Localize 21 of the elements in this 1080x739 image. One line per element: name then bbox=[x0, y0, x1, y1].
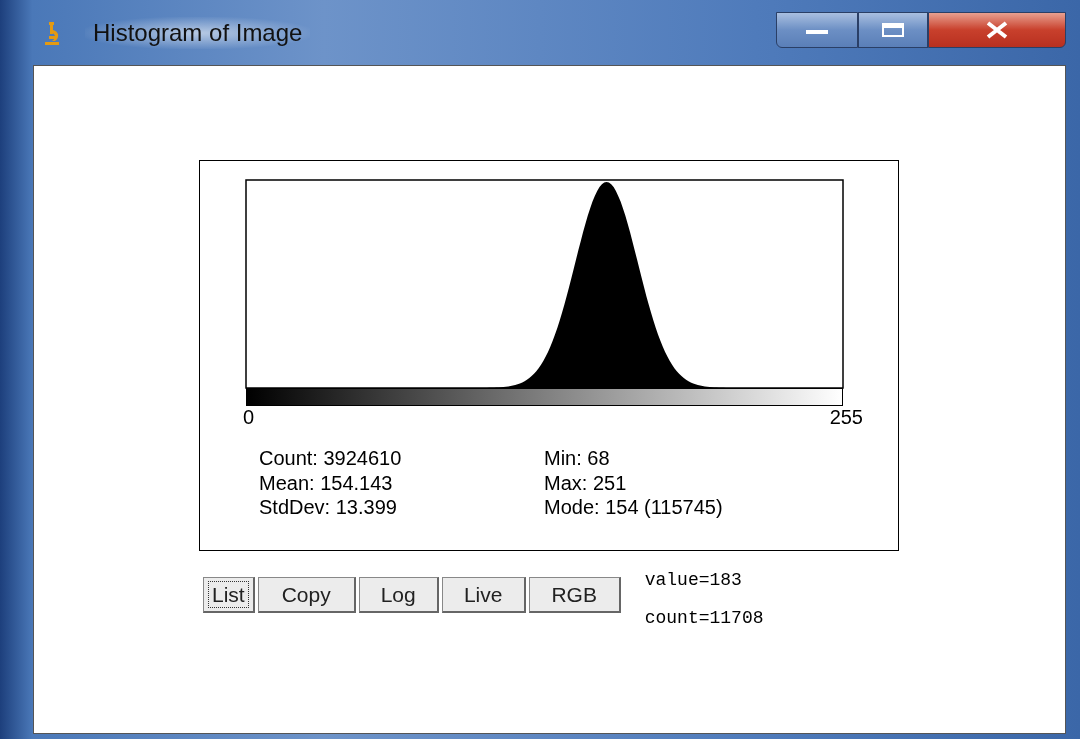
maximize-icon bbox=[882, 23, 904, 37]
readout-text: count=11708 bbox=[644, 607, 764, 630]
axis-label: 255 bbox=[829, 406, 863, 428]
toolbar-button[interactable]: Log bbox=[358, 577, 439, 613]
stat-text: Mode: 154 (115745) bbox=[544, 495, 724, 520]
toolbar-button[interactable]: RGB bbox=[528, 577, 621, 613]
axis-label: 0 bbox=[243, 406, 255, 428]
window-title: Histogram of Image bbox=[85, 16, 311, 49]
toolbar-button[interactable]: Live bbox=[441, 577, 526, 613]
stat-text: Max: 251 bbox=[544, 470, 628, 495]
maximize-button[interactable] bbox=[858, 12, 928, 48]
stat-text: Count: 3924610 bbox=[259, 446, 403, 471]
stat-text: Min: 68 bbox=[544, 446, 611, 471]
close-icon bbox=[985, 21, 1009, 39]
toolbar-button[interactable]: List bbox=[203, 577, 255, 613]
stat-text: StdDev: 13.399 bbox=[259, 495, 398, 520]
close-button[interactable] bbox=[928, 12, 1066, 48]
readout-text: value=183 bbox=[644, 569, 743, 592]
stat-text: Mean: 154.143 bbox=[259, 470, 394, 495]
minimize-button[interactable] bbox=[776, 12, 858, 48]
toolbar-button[interactable]: Copy bbox=[257, 577, 356, 613]
